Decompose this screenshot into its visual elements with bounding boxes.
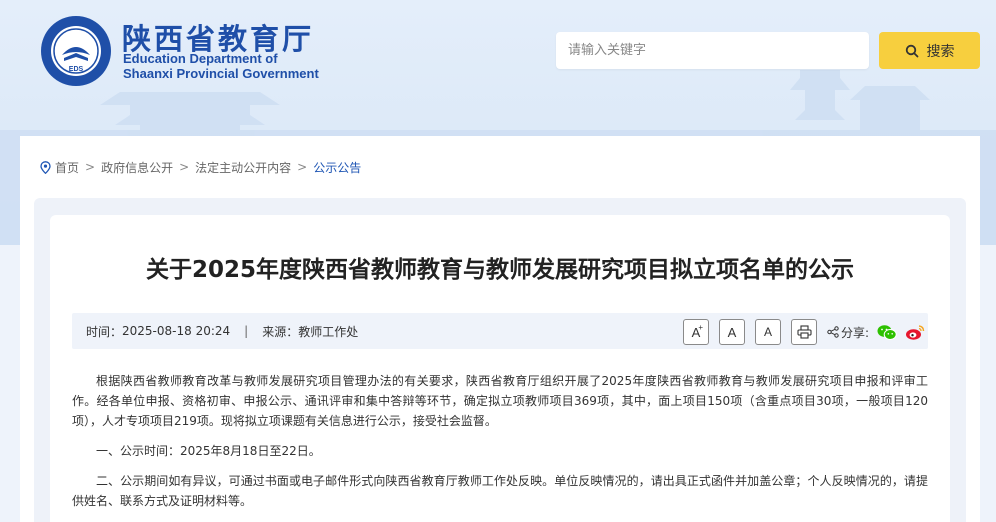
font-increase-sup: + [698, 323, 703, 332]
font-size-decrease-button[interactable]: A [755, 319, 781, 345]
wechat-icon [877, 324, 897, 340]
share-section: 分享: [827, 324, 869, 341]
share-wechat-button[interactable] [877, 324, 897, 341]
weibo-icon [906, 324, 925, 340]
education-department-emblem-icon[interactable]: EDS [40, 15, 112, 87]
font-small-label: A [763, 325, 772, 339]
article-paragraph-3: 二、公示期间如有异议，可通过书面或电子邮件形式向陕西省教育厅教师工作处反映。单位… [72, 474, 928, 508]
share-label: 分享: [841, 325, 870, 340]
article-meta-info: 时间： 2025-08-18 20:24 | 来源： 教师工作处 [86, 323, 358, 340]
breadcrumb-government-info[interactable]: 政府信息公开 [101, 159, 173, 176]
printer-icon [796, 325, 812, 339]
site-title-en-line1: Education Department of [123, 51, 278, 66]
source-value: 教师工作处 [298, 324, 359, 339]
article-tools: A + A A 分享: [683, 319, 925, 345]
breadcrumb: 首页 > 政府信息公开 > 法定主动公开内容 > 公示公告 [40, 157, 361, 177]
article-paragraph-1: 根据陕西省教师教育改革与教师发展研究项目管理办法的有关要求，陕西省教育厅组织开展… [72, 374, 928, 428]
article-paragraph-2: 一、公示时间：2025年8月18日至22日。 [96, 444, 321, 458]
breadcrumb-separator: > [179, 160, 190, 174]
breadcrumb-separator: > [85, 160, 96, 174]
share-weibo-button[interactable] [905, 324, 925, 341]
article-title: 关于2025年度陕西省教师教育与教师发展研究项目拟立项名单的公示 [145, 257, 854, 283]
article-body: 根据陕西省教师教育改革与教师发展研究项目管理办法的有关要求，陕西省教育厅组织开展… [72, 371, 928, 521]
share-icon [827, 326, 839, 338]
font-size-medium-button[interactable]: A [719, 319, 745, 345]
article-meta-bar: 时间： 2025-08-18 20:24 | 来源： 教师工作处 A+ A A [72, 313, 928, 349]
meta-divider: | [244, 324, 249, 338]
time-label: 时间： [86, 324, 123, 339]
search-icon [905, 44, 918, 57]
source-label: 来源： [262, 324, 299, 339]
font-size-increase-button[interactable]: A + [683, 319, 709, 345]
site-title-en: Education Department of Shaanxi Provinci… [123, 51, 319, 81]
search-input[interactable] [556, 32, 869, 69]
breadcrumb-statutory-disclosure[interactable]: 法定主动公开内容 [195, 159, 291, 176]
site-header: EDS 陕西省教育厅 Education Department of Shaan… [0, 0, 996, 100]
breadcrumb-separator: > [297, 160, 308, 174]
search-button[interactable]: 搜索 [879, 32, 980, 69]
font-medium-label: A [727, 324, 737, 340]
print-button[interactable] [791, 319, 817, 345]
site-title-en-line2: Shaanxi Provincial Government [123, 66, 319, 81]
search-button-label: 搜索 [926, 43, 955, 60]
location-pin-icon [40, 160, 51, 174]
breadcrumb-announcements[interactable]: 公示公告 [313, 159, 361, 176]
publish-time: 2025-08-18 20:24 [122, 324, 231, 338]
breadcrumb-home[interactable]: 首页 [55, 159, 79, 176]
emblem-text: EDS [69, 66, 84, 73]
